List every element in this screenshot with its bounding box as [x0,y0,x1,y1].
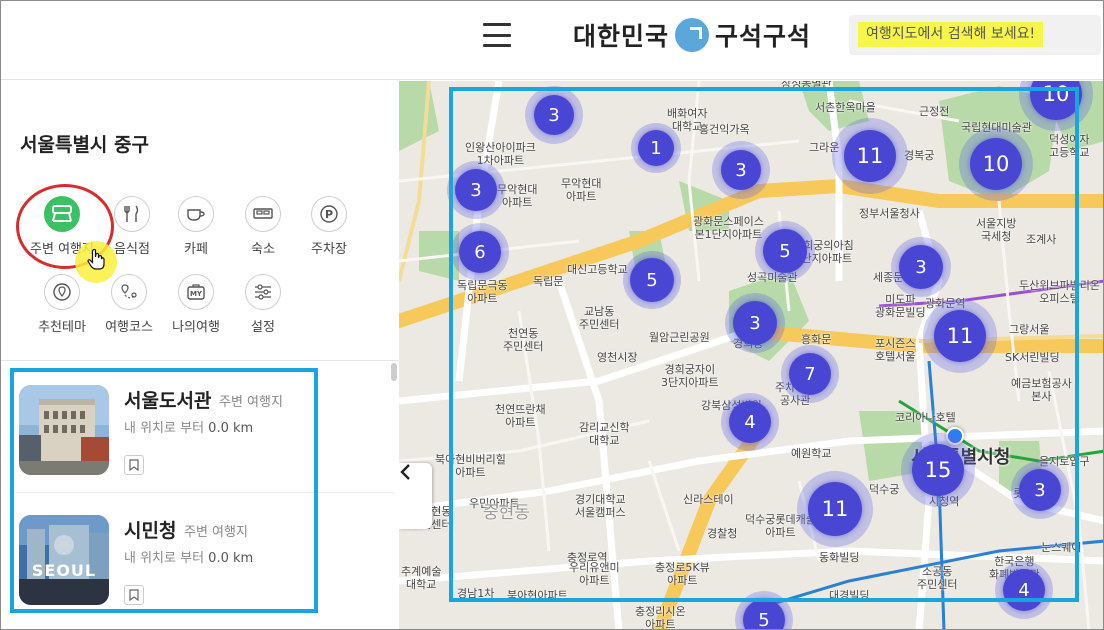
settings-sliders-icon [245,274,281,310]
map-label: 충정리시온 아파트 [635,605,686,630]
logo-mark-icon [675,18,710,52]
svg-text:P: P [325,208,333,221]
search-placeholder: 여행지도에서 검색해 보세요! [858,22,1044,47]
category-travel-course[interactable]: 여행코스 [96,274,162,335]
region-title: 서울특별시 중구 [20,134,149,156]
collapse-panel-button[interactable] [399,463,432,529]
logo-text-left: 대한민국 [573,22,670,51]
chevron-left-icon [400,464,410,480]
annotation-highlight-list [10,368,318,613]
category-label: 음식점 [114,242,150,257]
hamburger-menu-icon[interactable] [483,21,511,49]
panel-scrollbar[interactable] [391,361,397,629]
category-label: 여행코스 [105,320,153,335]
svg-text:MY: MY [190,290,203,298]
annotation-highlight-map [449,87,1079,602]
map-view[interactable]: 인왕산아이파크 1차아파트 무악현대 아파트 무악현대 아파트 배화여자 대학교 홍건익… [399,81,1103,630]
category-label: 카페 [184,242,208,257]
logo-text-right: 구석구석 [715,22,812,51]
map-label: 추계예술 대학교 [401,565,442,591]
theme-pin-icon [44,274,80,310]
category-settings[interactable]: 설정 [230,274,296,335]
map-search-input[interactable]: 여행지도에서 검색해 보세요! [849,15,1101,55]
category-recommended-theme[interactable]: 추천테마 [29,274,95,335]
category-label: 나의여행 [172,320,220,335]
fork-knife-icon [114,196,150,232]
category-label: 추천테마 [38,320,86,335]
cluster-count: 5 [743,599,785,629]
category-cafe[interactable]: 카페 [163,196,229,257]
category-label: 설정 [251,320,275,335]
category-lodging[interactable]: 숙소 [230,196,296,257]
category-parking[interactable]: P 주차장 [296,196,362,257]
top-header: 대한민국 구석구석 여행지도에서 검색해 보세요! [1,1,1103,80]
parking-icon: P [311,196,347,232]
bed-icon [245,196,281,232]
category-label: 숙소 [251,242,275,257]
app-window: 대한민국 구석구석 여행지도에서 검색해 보세요! 서울특별시 중구 주변 여행… [0,0,1104,630]
route-icon [111,274,147,310]
category-label: 주차장 [311,242,347,257]
site-logo[interactable]: 대한민국 구석구석 [573,17,811,53]
coffee-cup-icon [178,196,214,232]
category-my-trip[interactable]: MY 나의여행 [163,274,229,335]
hand-cursor-icon [87,248,105,274]
my-trip-icon: MY [178,274,214,310]
panel-divider [1,360,399,361]
side-panel: 서울특별시 중구 주변 여행지 음식점 카페 숙소 P 주차장 추천테마 여행코… [1,81,399,629]
